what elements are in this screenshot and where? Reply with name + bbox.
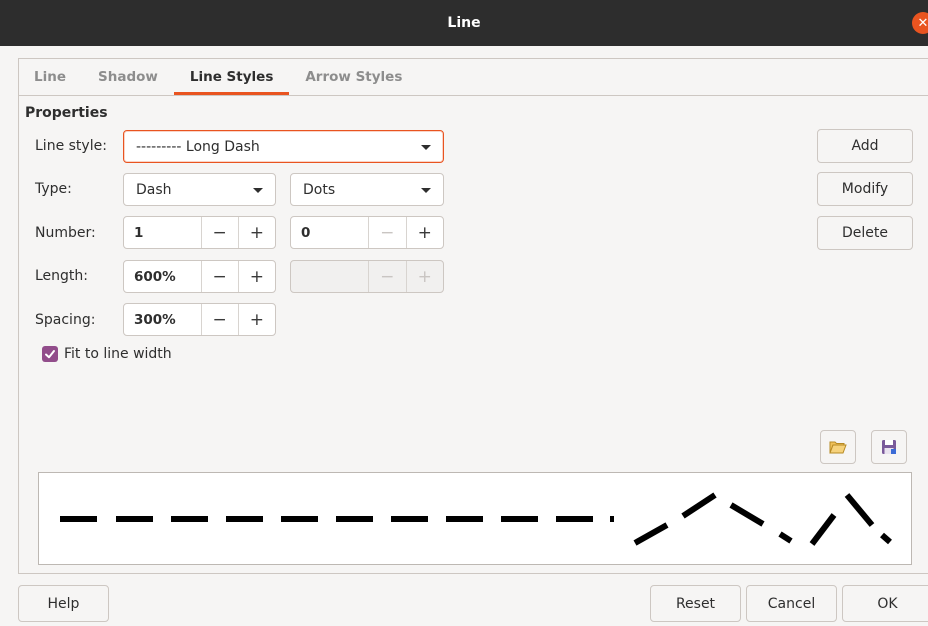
type-dropdown-1[interactable]: Dash <box>123 173 276 206</box>
increment-button: + <box>405 261 443 292</box>
length-stepper-2: − + <box>290 260 444 293</box>
spacing-stepper[interactable]: 300% − + <box>123 303 276 336</box>
line-style-preview <box>38 472 912 565</box>
save-icon <box>882 440 896 454</box>
increment-button[interactable]: + <box>405 217 443 248</box>
length-value-1[interactable]: 600% <box>124 261 201 292</box>
increment-button[interactable]: + <box>237 217 275 248</box>
folder-open-icon <box>829 441 847 454</box>
spacing-label: Spacing: <box>35 312 96 328</box>
type-value-2: Dots <box>303 181 336 198</box>
chevron-down-icon <box>421 145 431 150</box>
help-button[interactable]: Help <box>18 585 109 622</box>
checkmark-icon <box>45 350 55 359</box>
type-label: Type: <box>35 181 72 197</box>
reset-button[interactable]: Reset <box>650 585 741 622</box>
line-style-dropdown[interactable]: --------- Long Dash <box>123 130 444 163</box>
tab-arrow-styles[interactable]: Arrow Styles <box>289 58 418 95</box>
tab-line[interactable]: Line <box>18 58 82 95</box>
chevron-down-icon <box>421 188 431 193</box>
line-style-label: Line style: <box>35 138 107 154</box>
number-value-2[interactable]: 0 <box>291 217 368 248</box>
line-style-value: --------- Long Dash <box>136 138 260 155</box>
preview-line <box>60 492 892 546</box>
increment-button[interactable]: + <box>237 261 275 292</box>
chevron-down-icon <box>253 188 263 193</box>
save-line-styles-button[interactable] <box>871 430 907 464</box>
load-line-styles-button[interactable] <box>820 430 856 464</box>
decrement-button[interactable]: − <box>200 217 238 248</box>
decrement-button[interactable]: − <box>368 217 405 248</box>
tab-shadow[interactable]: Shadow <box>82 58 174 95</box>
tab-bar: Line Shadow Line Styles Arrow Styles <box>18 58 928 96</box>
tab-line-styles[interactable]: Line Styles <box>173 58 290 95</box>
decrement-button: − <box>368 261 405 292</box>
title-bar: Line ✕ <box>0 0 928 46</box>
number-label: Number: <box>35 225 96 241</box>
cancel-button[interactable]: Cancel <box>746 585 837 622</box>
type-dropdown-2[interactable]: Dots <box>290 173 444 206</box>
modify-button[interactable]: Modify <box>817 172 913 206</box>
properties-heading: Properties <box>25 105 108 121</box>
spacing-value[interactable]: 300% <box>124 304 201 335</box>
type-value-1: Dash <box>136 181 172 198</box>
fit-to-line-width-checkbox[interactable] <box>42 346 58 362</box>
delete-button[interactable]: Delete <box>817 216 913 250</box>
length-label: Length: <box>35 268 89 284</box>
add-button[interactable]: Add <box>817 129 913 163</box>
length-value-2 <box>291 261 368 292</box>
number-stepper-1[interactable]: 1 − + <box>123 216 276 249</box>
close-icon[interactable]: ✕ <box>912 12 928 34</box>
increment-button[interactable]: + <box>237 304 275 335</box>
decrement-button[interactable]: − <box>200 261 238 292</box>
number-value-1[interactable]: 1 <box>124 217 201 248</box>
number-stepper-2[interactable]: 0 − + <box>290 216 444 249</box>
fit-to-line-width-label[interactable]: Fit to line width <box>64 346 172 362</box>
ok-button[interactable]: OK <box>842 585 928 622</box>
decrement-button[interactable]: − <box>200 304 238 335</box>
length-stepper-1[interactable]: 600% − + <box>123 260 276 293</box>
window-title: Line <box>447 15 481 31</box>
